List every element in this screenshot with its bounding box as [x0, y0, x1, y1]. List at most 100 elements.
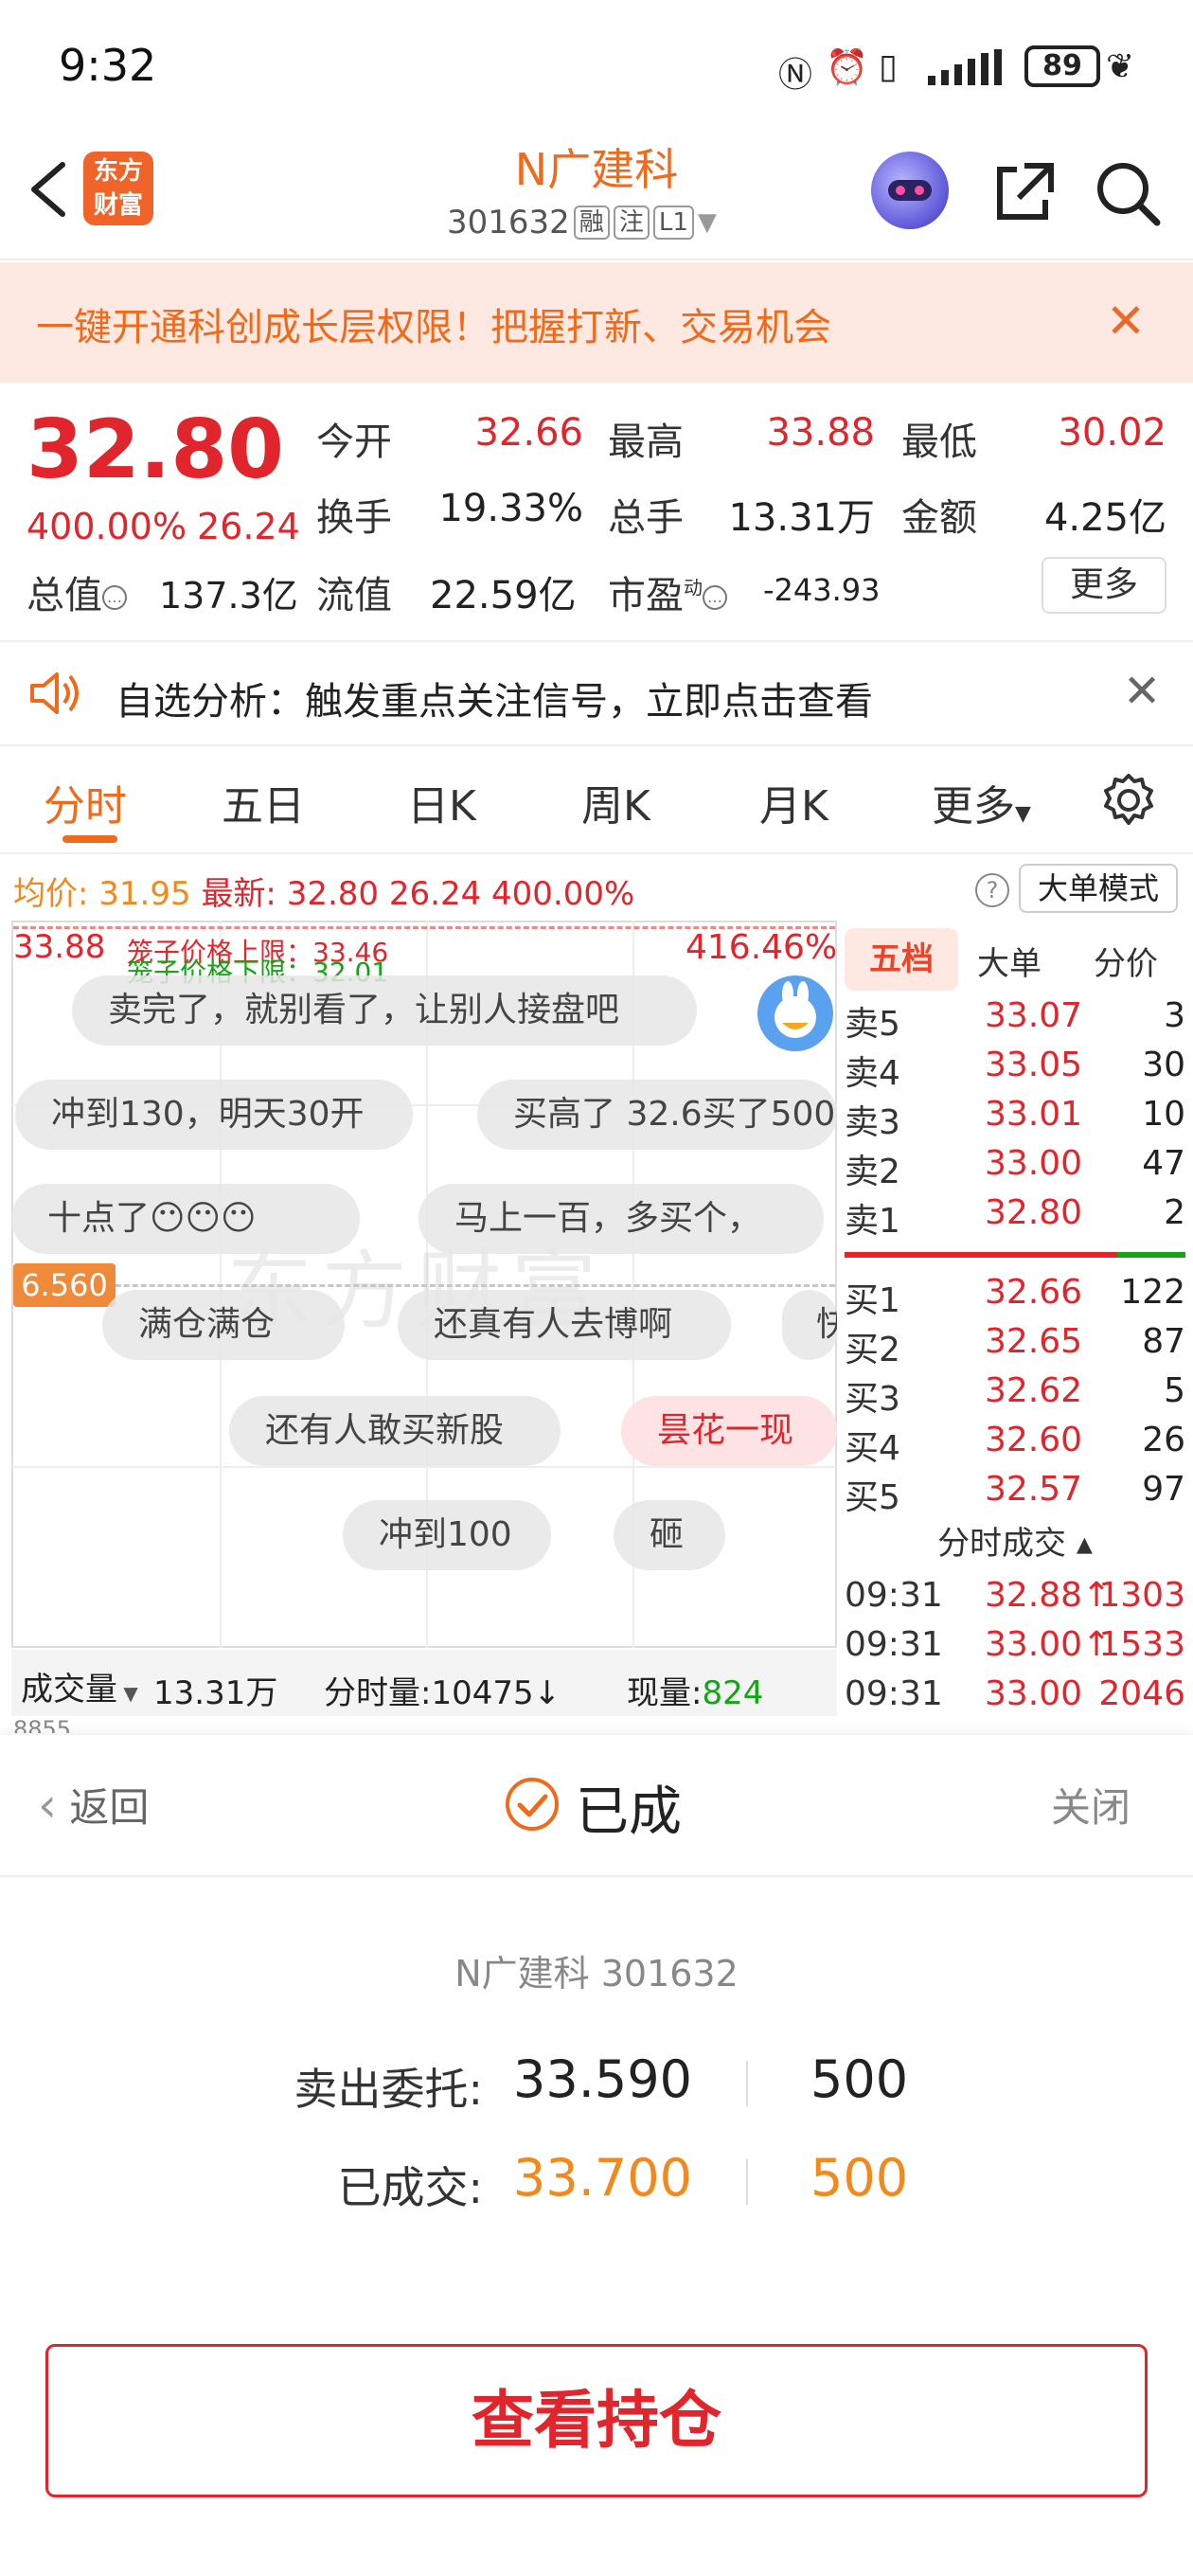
more-button[interactable]: 更多 — [1042, 557, 1166, 614]
info-icon[interactable]: … — [102, 585, 127, 610]
tab-big-orders[interactable]: 大单 — [977, 938, 1042, 984]
ask-row[interactable]: 卖1 32.80 2 — [845, 1193, 1185, 1243]
tab-price-distribution[interactable]: 分价 — [1094, 938, 1158, 984]
ask-label: 卖4 — [845, 1054, 900, 1093]
comment-bubble[interactable]: 买高了 32.6买了500 — [477, 1080, 837, 1150]
comment-bubble[interactable]: 还有人敢买新股 — [229, 1396, 561, 1466]
bid-volume: 26 — [1142, 1421, 1185, 1459]
intraday-volume-value: 10475↓ — [431, 1674, 561, 1712]
ask-label: 卖5 — [845, 1005, 900, 1044]
bid-row[interactable]: 买2 32.65 87 — [845, 1322, 1185, 1371]
speaker-icon — [27, 665, 83, 722]
comment-bubble[interactable]: 满仓满仓 — [102, 1290, 345, 1360]
open-value: 32.66 — [474, 411, 583, 455]
tab-intraday[interactable]: 分时 — [44, 772, 127, 832]
tag-level: L1 — [652, 206, 694, 240]
prev-close-label: 6.560 — [13, 1263, 116, 1307]
tab-monthly-k[interactable]: 月K — [759, 772, 828, 832]
pe-label-text: 市盈 — [608, 574, 684, 617]
view-positions-button[interactable]: 查看持仓 — [45, 2344, 1148, 2497]
tick-price: 32.88↑ — [985, 1576, 1112, 1615]
comment-bubble[interactable]: 昙花一现 — [621, 1396, 837, 1466]
ask-row[interactable]: 卖4 33.05 30 — [845, 1046, 1185, 1095]
volume-axis-label: 8855 — [13, 1716, 72, 1733]
tick-price: 33.00 — [985, 1674, 1083, 1713]
ask-volume: 2 — [1164, 1193, 1185, 1232]
tick-price: 33.00↑ — [985, 1625, 1112, 1664]
ask-row[interactable]: 卖5 33.07 3 — [845, 996, 1185, 1046]
ticks-header[interactable]: 分时成交 ▴ — [845, 1517, 1185, 1564]
ask-row[interactable]: 卖3 33.01 10 — [845, 1095, 1185, 1144]
sheet-title: 已成 — [576, 1781, 682, 1843]
comment-bubble[interactable]: 还真有人去博啊 — [398, 1290, 731, 1360]
bid-row[interactable]: 买4 32.60 26 — [845, 1421, 1185, 1470]
tab-weekly-k[interactable]: 周K — [581, 772, 650, 832]
bid-label: 买5 — [845, 1478, 900, 1517]
turnover-value: 19.33% — [438, 487, 583, 530]
nfc-icon: Ⓝ — [778, 56, 813, 95]
tick-row: 09:31 33.00 2046 — [845, 1674, 1185, 1724]
comment-bubble[interactable]: 砸 — [614, 1500, 725, 1570]
latest-value: 32.80 — [286, 875, 380, 913]
analysis-text[interactable]: 自选分析：触发重点关注信号，立即点击查看 — [116, 671, 873, 725]
tick-volume: 1533 — [1098, 1625, 1185, 1664]
tab-daily-k[interactable]: 日K — [407, 772, 476, 832]
comment-bubble[interactable]: 冲到100 — [343, 1500, 551, 1570]
vibrate-icon: ▯ — [879, 47, 898, 86]
low-label: 最低 — [901, 420, 977, 464]
leaf-icon: ❦ — [1106, 47, 1135, 86]
info-icon[interactable]: … — [703, 585, 727, 610]
ask-price: 33.05 — [985, 1046, 1083, 1084]
tab-five-day[interactable]: 五日 — [222, 772, 305, 832]
tab-five-levels[interactable]: 五档 — [845, 928, 958, 991]
filled-price: 33.700 — [513, 2148, 692, 2208]
volume-total: 13.31万 — [153, 1674, 278, 1712]
ask-volume: 10 — [1142, 1095, 1185, 1134]
filled-qty: 500 — [810, 2148, 909, 2208]
change-percent: 400.00% — [27, 506, 187, 547]
chart-max-percent: 416.46% — [686, 928, 838, 967]
bid-price: 32.57 — [985, 1470, 1083, 1509]
sheet-back-button[interactable]: ‹ 返回 — [38, 1776, 149, 1834]
bid-volume: 5 — [1164, 1371, 1185, 1410]
search-icon[interactable] — [1089, 154, 1165, 230]
bid-label: 买3 — [845, 1380, 900, 1419]
analysis-close-icon[interactable]: ✕ — [1123, 665, 1161, 718]
big-order-mode-button[interactable]: 大单模式 — [1019, 864, 1178, 913]
filled-label: 已成交: — [337, 2162, 484, 2213]
ask-label: 卖3 — [845, 1103, 900, 1142]
bid-volume: 122 — [1120, 1273, 1185, 1312]
banner-close-icon[interactable]: ✕ — [1106, 294, 1146, 349]
tick-volume: 2046 — [1098, 1674, 1185, 1713]
amount-label: 金额 — [901, 496, 977, 540]
comment-bubble[interactable]: 卖完了，就别看了，让别人接盘吧 — [72, 975, 697, 1046]
latest-label: 最新: — [201, 875, 276, 913]
volume-indicator-select[interactable]: 成交量 ▼ — [21, 1663, 138, 1709]
ask-row[interactable]: 卖2 33.00 47 — [845, 1144, 1185, 1193]
stock-code-line[interactable]: 301632 融 注 L1 ▼ — [447, 204, 717, 242]
help-icon[interactable]: ? — [975, 873, 1009, 907]
float-label: 流值 — [316, 574, 392, 617]
sheet-close-button[interactable]: 关闭 — [1051, 1776, 1131, 1834]
comment-bubble[interactable]: 冲到130，明天30开 — [15, 1080, 413, 1150]
comment-bubble[interactable]: 快 — [782, 1290, 837, 1360]
ai-assistant-icon[interactable] — [871, 152, 949, 229]
user-avatar[interactable] — [757, 975, 833, 1051]
gear-icon[interactable] — [1098, 770, 1159, 831]
share-icon[interactable] — [985, 154, 1060, 230]
comment-bubble[interactable]: 马上一百，多买个， — [418, 1184, 824, 1254]
back-arrow-icon[interactable] — [21, 152, 78, 227]
float-value: 22.59亿 — [430, 574, 577, 617]
tick-row: 09:31 32.88↑ 1303 — [845, 1576, 1185, 1625]
high-value: 33.88 — [766, 411, 875, 455]
active-tab-indicator — [62, 835, 117, 843]
intraday-volume: 分时量:10475↓ — [324, 1667, 561, 1713]
bid-row[interactable]: 买5 32.57 97 — [845, 1470, 1185, 1519]
intraday-volume-label: 分时量: — [324, 1674, 432, 1712]
banner-text[interactable]: 一键开通科创成长层权限！把握打新、交易机会 — [36, 296, 831, 351]
bid-row[interactable]: 买1 32.66 122 — [845, 1273, 1185, 1322]
comment-bubble[interactable]: 十点了😶😶😶 — [11, 1184, 360, 1254]
current-volume-label: 现量: — [627, 1674, 703, 1712]
tab-more[interactable]: 更多▼ — [932, 772, 1031, 832]
bid-row[interactable]: 买3 32.62 5 — [845, 1371, 1185, 1421]
